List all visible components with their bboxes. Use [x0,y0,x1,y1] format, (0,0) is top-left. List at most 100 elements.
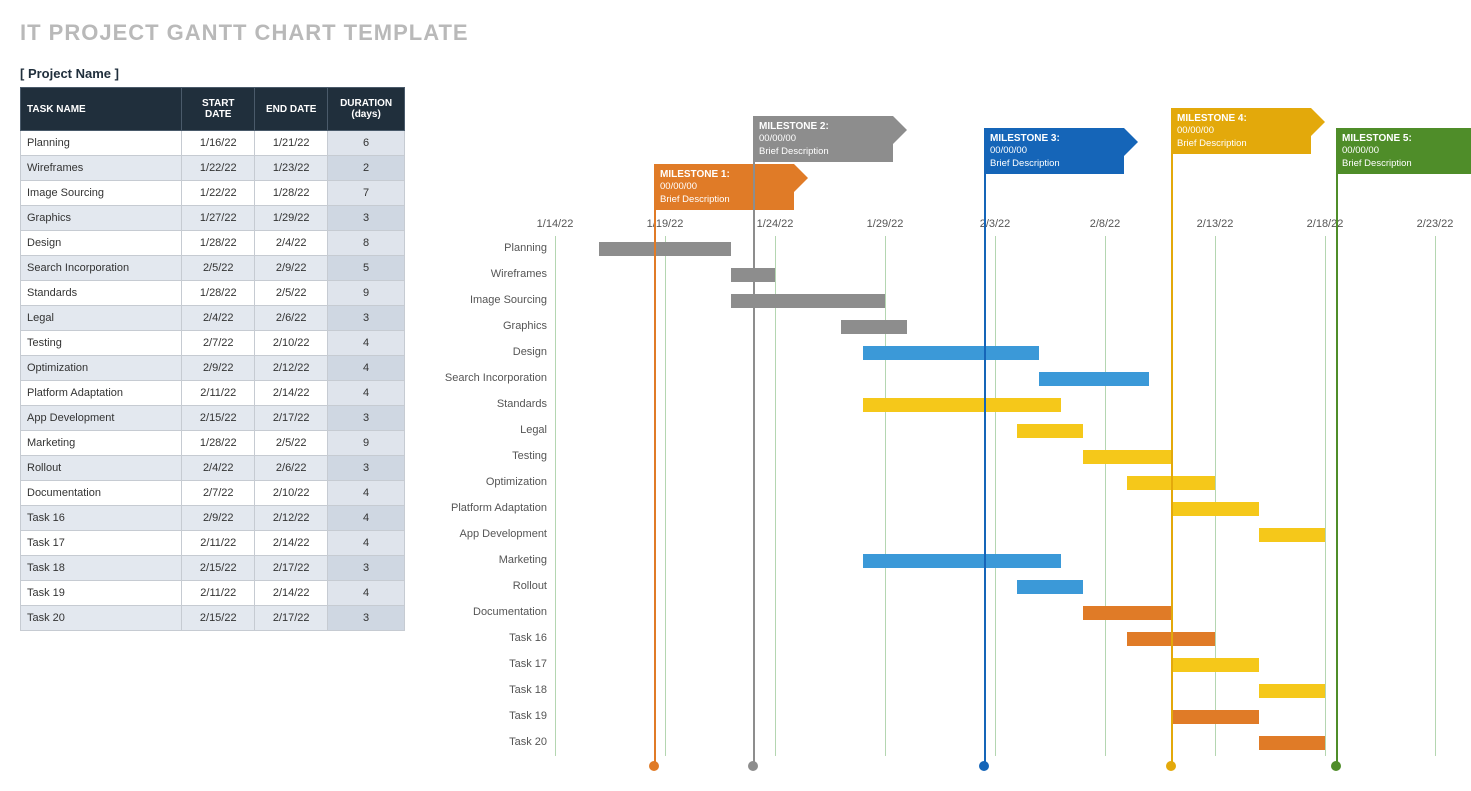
milestone-line [1171,110,1173,766]
row-label: Rollout [513,580,555,592]
table-row: Task 172/11/222/14/224 [21,531,405,556]
grid-line [1435,236,1436,756]
cell-dur: 2 [328,156,405,181]
project-name-label: [ Project Name ] [20,66,405,81]
cell-start: 1/27/22 [182,206,255,231]
cell-task: Platform Adaptation [21,381,182,406]
cell-end: 2/9/22 [255,256,328,281]
col-dur: DURATION (days) [328,88,405,131]
cell-task: Search Incorporation [21,256,182,281]
milestone-dot-icon [649,761,659,771]
cell-dur: 3 [328,206,405,231]
cell-end: 1/29/22 [255,206,328,231]
table-row: Design1/28/222/4/228 [21,231,405,256]
table-row: Platform Adaptation2/11/222/14/224 [21,381,405,406]
col-task: TASK NAME [21,88,182,131]
row-label: Design [513,346,555,358]
row-label: Graphics [503,320,555,332]
cell-end: 1/28/22 [255,181,328,206]
row-label: Task 19 [509,710,555,722]
cell-dur: 6 [328,131,405,156]
gantt-bar [599,242,731,256]
cell-start: 1/28/22 [182,281,255,306]
milestone-dot-icon [979,761,989,771]
milestone-flag: MILESTONE 4: 00/00/00 Brief Description [1171,108,1311,154]
cell-end: 2/14/22 [255,531,328,556]
grid-line [1325,236,1326,756]
gantt-bar [1171,502,1259,516]
cell-task: Image Sourcing [21,181,182,206]
cell-dur: 3 [328,406,405,431]
task-table: TASK NAME START DATE END DATE DURATION (… [20,87,405,631]
table-row: Task 162/9/222/12/224 [21,506,405,531]
cell-task: Design [21,231,182,256]
row-label: Optimization [486,476,555,488]
milestone-line [1336,130,1338,766]
cell-dur: 4 [328,531,405,556]
cell-dur: 4 [328,506,405,531]
x-tick-label: 1/29/22 [867,218,904,230]
gantt-bar [1017,580,1083,594]
milestone-dot-icon [748,761,758,771]
grid-line [1105,236,1106,756]
gantt-bar [1039,372,1149,386]
cell-dur: 4 [328,481,405,506]
cell-task: Task 16 [21,506,182,531]
cell-task: Graphics [21,206,182,231]
x-tick-label: 2/8/22 [1090,218,1121,230]
gantt-bar [1259,736,1325,750]
milestone-line [654,166,656,766]
gantt-bar [1017,424,1083,438]
x-tick-label: 2/13/22 [1197,218,1234,230]
gantt-bar [863,346,1039,360]
table-row: Legal2/4/222/6/223 [21,306,405,331]
cell-start: 2/5/22 [182,256,255,281]
cell-dur: 9 [328,281,405,306]
gantt-bar [1259,684,1325,698]
milestone-line [753,118,755,766]
col-start: START DATE [182,88,255,131]
cell-start: 2/9/22 [182,356,255,381]
table-row: Planning1/16/221/21/226 [21,131,405,156]
grid-line [775,236,776,756]
table-row: Testing2/7/222/10/224 [21,331,405,356]
col-end: END DATE [255,88,328,131]
cell-task: Planning [21,131,182,156]
milestone-flag: MILESTONE 5: 00/00/00 Brief Description [1336,128,1471,174]
cell-dur: 8 [328,231,405,256]
x-tick-label: 2/23/22 [1417,218,1454,230]
milestone-flag: MILESTONE 3: 00/00/00 Brief Description [984,128,1124,174]
cell-start: 2/11/22 [182,531,255,556]
milestone-flag: MILESTONE 1: 00/00/00 Brief Description [654,164,794,210]
table-row: Task 182/15/222/17/223 [21,556,405,581]
cell-task: Task 18 [21,556,182,581]
row-label: Task 16 [509,632,555,644]
row-label: Task 17 [509,658,555,670]
row-label: Legal [520,424,555,436]
milestone-dot-icon [1166,761,1176,771]
cell-task: Marketing [21,431,182,456]
cell-end: 2/4/22 [255,231,328,256]
row-label: App Development [460,528,555,540]
row-label: Task 20 [509,736,555,748]
gantt-bar [1083,606,1171,620]
row-label: Wireframes [491,268,555,280]
gantt-bar [863,554,1061,568]
table-row: Marketing1/28/222/5/229 [21,431,405,456]
cell-start: 2/11/22 [182,381,255,406]
cell-start: 2/4/22 [182,456,255,481]
table-row: Rollout2/4/222/6/223 [21,456,405,481]
row-label: Search Incorporation [445,372,555,384]
grid-line [555,236,556,756]
cell-dur: 7 [328,181,405,206]
page-title: IT PROJECT GANTT CHART TEMPLATE [20,20,1461,46]
cell-task: Testing [21,331,182,356]
row-label: Testing [512,450,555,462]
cell-end: 2/10/22 [255,331,328,356]
x-tick-label: 1/14/22 [537,218,574,230]
cell-end: 2/14/22 [255,581,328,606]
gantt-chart-panel: 1/14/221/19/221/24/221/29/222/3/222/8/22… [435,66,1465,781]
grid-line [1215,236,1216,756]
table-row: Standards1/28/222/5/229 [21,281,405,306]
cell-task: Documentation [21,481,182,506]
